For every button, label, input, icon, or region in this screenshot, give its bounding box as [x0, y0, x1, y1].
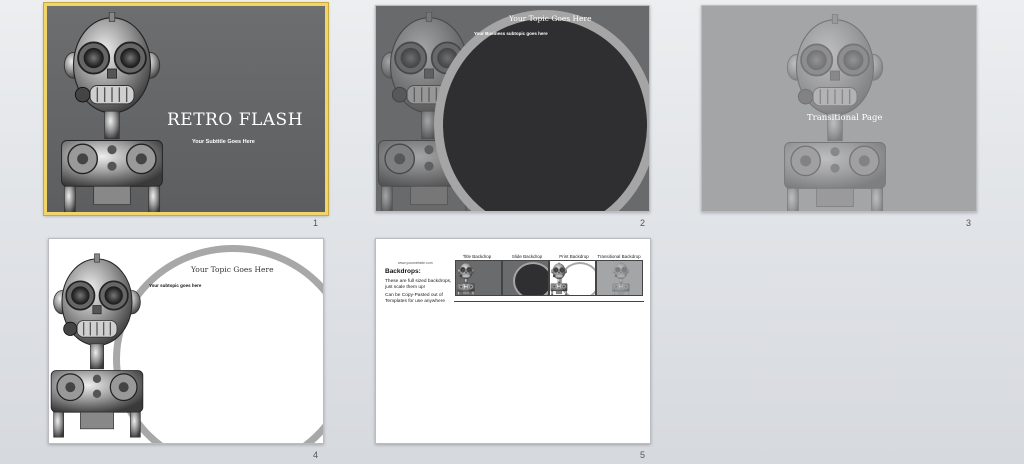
thumb-label-transitional: Transitional Backdrop — [597, 254, 641, 259]
backdrop-preview-slide — [502, 260, 549, 296]
thumb-label-slide: Slide Backdrop — [511, 254, 543, 259]
slide-subtitle: Your Subtitle Goes Here — [192, 139, 255, 145]
slide-topic: Your Topic Goes Here — [191, 265, 274, 274]
slide-heading: Backdrops: — [385, 268, 421, 275]
slide-subtitle: Your subtopic goes here — [149, 283, 202, 288]
ring-ellipse — [513, 262, 548, 295]
robot-image — [50, 252, 144, 439]
slide-number: 1 — [313, 218, 319, 228]
slide-number: 4 — [313, 450, 319, 460]
slide-thumbnail-1[interactable]: RETRO FLASH Your Subtitle Goes Here — [44, 3, 328, 215]
divider-line — [454, 301, 644, 302]
backdrop-preview-transitional — [596, 260, 643, 296]
slide-number: 2 — [640, 218, 646, 228]
robot-image — [612, 262, 630, 295]
slide-thumbnail-4[interactable]: Your Topic Goes Here Your subtopic goes … — [48, 238, 324, 444]
robot-image — [550, 262, 568, 295]
bullet-2: Can be Copy-Pasted out of Templates for … — [385, 293, 445, 304]
backdrop-preview-print — [549, 260, 596, 296]
robot-image — [457, 262, 475, 295]
bullet-1: These are full sized backdrops, just sca… — [385, 279, 452, 290]
slide-title: RETRO FLASH — [167, 110, 304, 130]
slide-thumbnail-5[interactable]: www.yourwebsite.com Backdrops: These are… — [375, 238, 651, 444]
thumb-label-print: Print Backdrop — [559, 254, 589, 259]
slide-title: Transitional Page — [807, 113, 883, 123]
slide-thumbnail-3[interactable]: Transitional Page — [701, 5, 977, 212]
slide-topic: Your Topic Goes Here — [509, 14, 592, 23]
slide-subtitle: Your Business subtopic goes here — [474, 31, 548, 36]
thumb-label-title: Title Backdrop — [462, 254, 492, 259]
slide-number: 5 — [640, 450, 646, 460]
slide-header-text: www.yourwebsite.com — [398, 261, 433, 265]
slide-number: 3 — [966, 218, 972, 228]
slide-thumbnail-2[interactable]: Your Topic Goes Here Your Business subto… — [375, 5, 650, 212]
backdrop-preview-title — [455, 260, 502, 296]
robot-image — [60, 12, 164, 212]
